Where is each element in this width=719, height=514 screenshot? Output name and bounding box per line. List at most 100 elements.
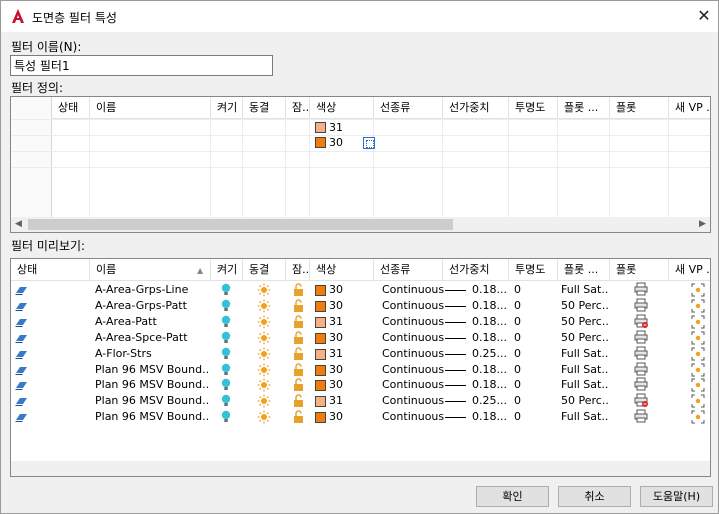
grid-column-line [242, 119, 243, 217]
transparency-value[interactable]: 0 [514, 282, 521, 298]
plot-style-value[interactable]: 50 Perc... [561, 393, 609, 409]
cancel-button[interactable]: 취소 [558, 486, 631, 507]
plot-style-value[interactable]: 50 Perc... [561, 330, 609, 346]
transparency-value[interactable]: 0 [514, 298, 521, 314]
lineweight-value[interactable]: 0.18... [472, 362, 507, 378]
lineweight-value[interactable]: 0.25... [472, 346, 507, 362]
help-button[interactable]: 도움말(H) [640, 486, 713, 507]
transparency-value[interactable]: 0 [514, 362, 521, 378]
lineweight-value[interactable]: 0.18... [472, 298, 507, 314]
unlocked-icon [293, 410, 304, 427]
linetype-value[interactable]: Continuous [382, 393, 444, 409]
def-column-header[interactable]: 선가중치 [443, 97, 509, 119]
preview-column-header[interactable]: 상태 [11, 259, 90, 281]
preview-column-header[interactable]: 플롯 [610, 259, 669, 281]
filter-preview-grid[interactable]: 상태이름켜기동결잠..색상선종류선가중치투명도플롯 ...플롯새 VP ... ▲… [10, 258, 711, 477]
preview-column-header[interactable]: 선종류 [374, 259, 443, 281]
plot-style-value[interactable]: Full Sat... [561, 346, 609, 362]
def-column-header[interactable]: 플롯 [610, 97, 669, 119]
plot-style-value[interactable]: Full Sat... [561, 282, 609, 298]
lineweight-value[interactable]: 0.18... [472, 409, 507, 425]
preview-column-header[interactable]: 이름 [90, 259, 211, 281]
layer-name[interactable]: A-Area-Spce-Patt [95, 330, 209, 346]
lineweight-line-sample [445, 321, 466, 323]
def-column-header[interactable]: 새 VP ... [669, 97, 710, 119]
def-column-header[interactable]: 색상 [310, 97, 374, 119]
def-column-header[interactable]: 선종류 [374, 97, 443, 119]
linetype-value[interactable]: Continuous [382, 282, 444, 298]
scroll-right-arrow-icon[interactable]: ▶ [695, 217, 710, 232]
lightbulb-on-icon [220, 347, 232, 363]
grid-column-line [285, 119, 286, 217]
def-column-header[interactable]: 켜기 [211, 97, 243, 119]
layer-name[interactable]: A-Area-Patt [95, 314, 209, 330]
ok-button[interactable]: 확인 [476, 486, 549, 507]
filter-name-input[interactable] [10, 55, 273, 76]
close-button[interactable]: ✕ [690, 3, 718, 29]
def-column-header[interactable]: 이름 [90, 97, 211, 119]
preview-column-header[interactable]: 새 VP ... [669, 259, 710, 281]
lineweight-value[interactable]: 0.18... [472, 377, 507, 393]
def-column-header[interactable]: 플롯 ... [558, 97, 610, 119]
preview-horizontal-scrollbar[interactable] [11, 461, 710, 476]
preview-column-header[interactable]: 켜기 [211, 259, 243, 281]
linetype-value[interactable]: Continuous [382, 314, 444, 330]
linetype-value[interactable]: Continuous [382, 377, 444, 393]
plot-style-value[interactable]: Full Sat... [561, 409, 609, 425]
linetype-value[interactable]: Continuous [382, 346, 444, 362]
definition-horizontal-scrollbar[interactable]: ◀ ▶ [11, 217, 710, 232]
lineweight-value[interactable]: 0.18... [472, 330, 507, 346]
window-title: 도면층 필터 특성 [32, 11, 117, 25]
lineweight-value[interactable]: 0.25... [472, 393, 507, 409]
row-header-column [11, 97, 52, 217]
plot-style-value[interactable]: 50 Perc... [561, 314, 609, 330]
plot-style-value[interactable]: Full Sat... [561, 362, 609, 378]
preview-column-header[interactable]: 플롯 ... [558, 259, 610, 281]
def-column-header[interactable]: 잠.. [286, 97, 310, 119]
preview-column-header[interactable]: 선가중치 [443, 259, 509, 281]
def-column-header[interactable]: 투명도 [509, 97, 558, 119]
selected-cell-editor[interactable] [363, 137, 375, 149]
transparency-value[interactable]: 0 [514, 330, 521, 346]
layer-name[interactable]: Plan 96 MSV Bound... [95, 362, 209, 378]
unlocked-icon [293, 394, 304, 411]
transparency-value[interactable]: 0 [514, 393, 521, 409]
linetype-value[interactable]: Continuous [382, 362, 444, 378]
grid-column-line [668, 119, 669, 217]
lineweight-value[interactable]: 0.18... [472, 282, 507, 298]
lineweight-value[interactable]: 0.18... [472, 314, 507, 330]
def-column-header[interactable]: 상태 [52, 97, 90, 119]
plot-style-value[interactable]: Full Sat... [561, 377, 609, 393]
preview-column-header[interactable]: 색상 [310, 259, 374, 281]
preview-column-header[interactable]: 투명도 [509, 259, 558, 281]
unlocked-icon [293, 299, 304, 316]
layer-name[interactable]: A-Flor-Strs [95, 346, 209, 362]
layer-name[interactable]: Plan 96 MSV Bound... [95, 409, 209, 425]
layer-name[interactable]: A-Area-Grps-Line [95, 282, 209, 298]
sun-thawed-icon [257, 363, 271, 380]
transparency-value[interactable]: 0 [514, 377, 521, 393]
transparency-value[interactable]: 0 [514, 409, 521, 425]
preview-column-header[interactable]: 동결 [243, 259, 286, 281]
layer-name[interactable]: Plan 96 MSV Bound... [95, 393, 209, 409]
plot-style-value[interactable]: 50 Perc... [561, 298, 609, 314]
scrollbar-thumb[interactable] [28, 219, 453, 230]
grid-column-line [89, 119, 90, 217]
linetype-value[interactable]: Continuous [382, 298, 444, 314]
grid-column-line [442, 119, 443, 217]
autocad-logo-icon [12, 9, 24, 23]
preview-column-header[interactable]: 잠.. [286, 259, 310, 281]
filter-definition-grid[interactable]: ◀ ▶ 상태 이름 켜기 동결 잠.. 색상 선종류 선가중치 투명도 플롯 ... 플롯 새 VP … [10, 96, 711, 233]
color-value: 30 [329, 330, 343, 344]
transparency-value[interactable]: 0 [514, 314, 521, 330]
layer-name[interactable]: Plan 96 MSV Bound... [95, 377, 209, 393]
grid-column-line [557, 119, 558, 217]
layer-name[interactable]: A-Area-Grps-Patt [95, 298, 209, 314]
color-swatch [315, 364, 326, 376]
unlocked-icon [293, 330, 304, 348]
def-column-header[interactable]: 동결 [243, 97, 286, 119]
scroll-left-arrow-icon[interactable]: ◀ [11, 217, 26, 232]
linetype-value[interactable]: Continuous [382, 409, 444, 425]
linetype-value[interactable]: Continuous [382, 330, 444, 346]
transparency-value[interactable]: 0 [514, 346, 521, 362]
